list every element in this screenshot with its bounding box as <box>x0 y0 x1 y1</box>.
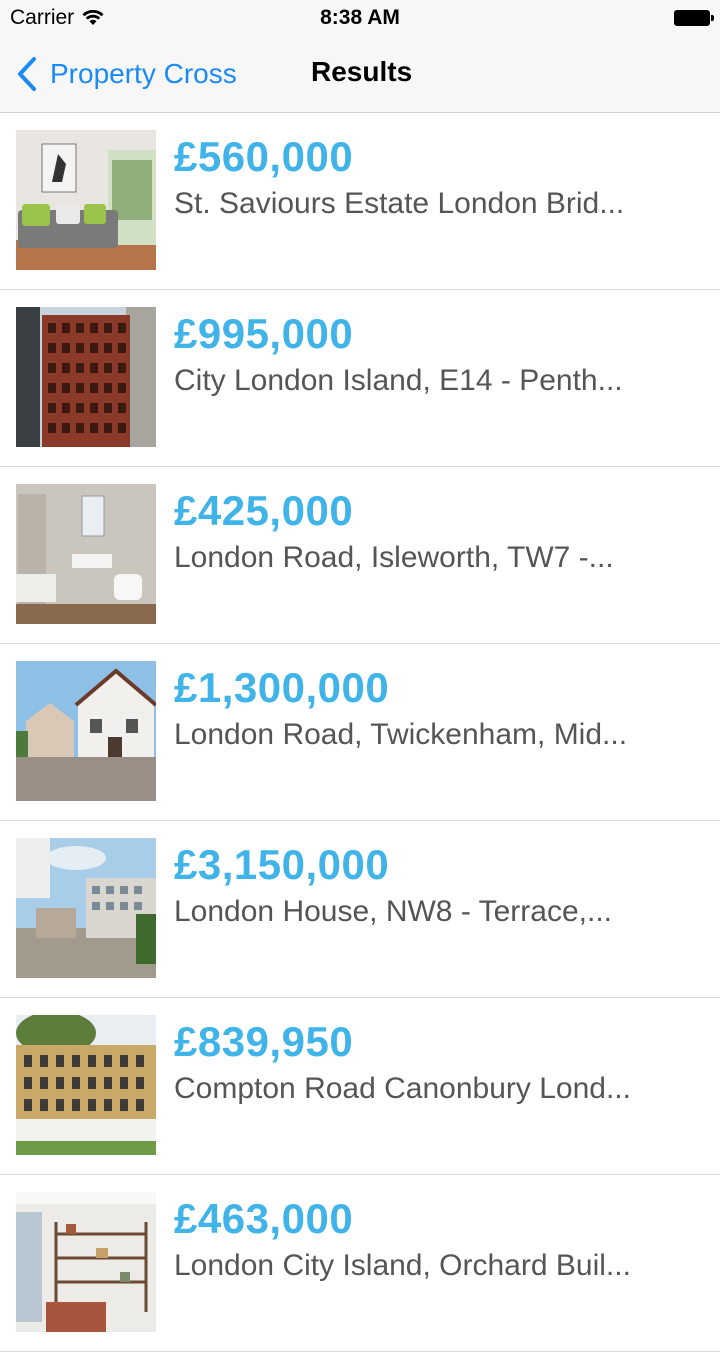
property-thumbnail <box>16 661 156 801</box>
listing-title: London House, NW8 - Terrace,... <box>174 895 612 928</box>
listing-title: St. Saviours Estate London Brid... <box>174 187 625 220</box>
listing-price: £1,300,000 <box>174 664 390 711</box>
back-button-label: Property Cross <box>50 58 237 89</box>
back-button[interactable]: Property Cross <box>16 54 237 94</box>
property-thumbnail <box>16 1015 156 1155</box>
list-item[interactable]: £3,150,000 London House, NW8 - Terrace,.… <box>0 821 720 998</box>
listing-price: £995,000 <box>174 310 354 357</box>
list-item[interactable]: £463,000 London City Island, Orchard Bui… <box>0 1175 720 1352</box>
property-thumbnail <box>16 307 156 447</box>
list-item[interactable]: £560,000 St. Saviours Estate London Brid… <box>0 113 720 290</box>
property-thumbnail <box>16 838 156 978</box>
page-title: Results <box>311 56 413 87</box>
property-thumbnail <box>16 1192 156 1332</box>
navigation-bar: Property Cross Results <box>0 40 720 113</box>
property-thumbnail <box>16 130 156 270</box>
listing-price: £425,000 <box>174 487 354 534</box>
list-item[interactable]: £839,950 Compton Road Canonbury Lond... <box>0 998 720 1175</box>
listing-price: £560,000 <box>174 133 354 180</box>
listing-title: London Road, Isleworth, TW7 -... <box>174 541 614 574</box>
list-item[interactable]: £1,300,000 London Road, Twickenham, Mid.… <box>0 644 720 821</box>
results-list: £560,000 St. Saviours Estate London Brid… <box>0 113 720 1352</box>
listing-price: £839,950 <box>174 1018 354 1065</box>
listing-title: Compton Road Canonbury Lond... <box>174 1072 631 1105</box>
chevron-left-icon <box>18 57 36 91</box>
listing-title: London City Island, Orchard Buil... <box>174 1249 631 1282</box>
property-thumbnail <box>16 484 156 624</box>
battery-icon <box>674 10 714 26</box>
status-time: 8:38 AM <box>320 6 400 29</box>
list-item[interactable]: £995,000 City London Island, E14 - Penth… <box>0 290 720 467</box>
list-item[interactable]: £425,000 London Road, Isleworth, TW7 -..… <box>0 467 720 644</box>
listing-title: London Road, Twickenham, Mid... <box>174 718 628 751</box>
listing-price: £3,150,000 <box>174 841 390 888</box>
listing-price: £463,000 <box>174 1195 354 1242</box>
status-bar: Carrier 8:38 AM <box>0 0 720 40</box>
listing-title: City London Island, E14 - Penth... <box>174 364 623 397</box>
